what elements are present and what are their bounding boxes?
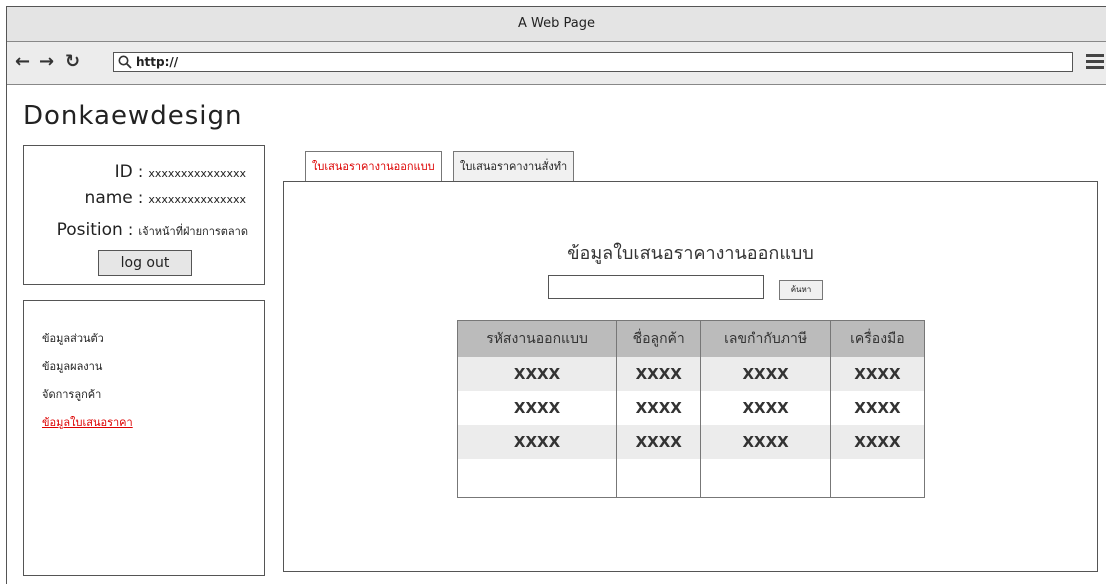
reload-icon[interactable]: ↻: [65, 51, 80, 72]
table-cell: XXXX: [457, 391, 618, 425]
browser-window: A Web Page ← → ↻ http:// Donkaewdesign I…: [6, 6, 1106, 584]
sidebar-item-manage-customers[interactable]: จัดการลูกค้า: [42, 385, 101, 403]
table-cell: XXXX: [457, 425, 618, 459]
table-cell: [700, 459, 831, 498]
table-cell: XXXX: [700, 425, 831, 459]
sidebar-item-portfolio[interactable]: ข้อมูลผลงาน: [42, 357, 102, 375]
search-input[interactable]: [548, 275, 764, 299]
table-header-row: รหัสงานออกแบบ ชื่อลูกค้า เลขกำกับภาษี เค…: [457, 320, 926, 357]
column-header-tax-id: เลขกำกับภาษี: [700, 320, 831, 357]
table-cell: XXXX: [700, 391, 831, 425]
hamburger-menu-icon[interactable]: [1086, 54, 1104, 72]
separator: :: [137, 162, 144, 181]
quotation-table: รหัสงานออกแบบ ชื่อลูกค้า เลขกำกับภาษี เค…: [457, 320, 926, 498]
table-cell: [457, 459, 618, 498]
position-value: เจ้าหน้าที่ฝ่ายการตลาด: [138, 225, 248, 238]
table-cell: XXXX: [700, 357, 831, 391]
id-label: ID: [114, 162, 133, 182]
address-bar[interactable]: http://: [113, 52, 1073, 72]
table-cell: XXXX: [616, 357, 702, 391]
search-button[interactable]: ค้นหา: [779, 280, 823, 300]
table-cell: [616, 459, 702, 498]
table-cell: XXXX: [830, 425, 926, 459]
table-row[interactable]: [457, 459, 926, 498]
column-header-tools: เครื่องมือ: [830, 320, 926, 357]
id-value: xxxxxxxxxxxxxxx: [148, 167, 246, 180]
table-cell: XXXX: [457, 357, 618, 391]
window-title: A Web Page: [7, 7, 1106, 42]
separator: :: [127, 220, 134, 239]
tab-custom-order-quotation[interactable]: ใบเสนอราคางานสั่งทำ: [453, 151, 575, 182]
name-label: name: [84, 188, 133, 208]
column-header-customer-name: ชื่อลูกค้า: [616, 320, 702, 357]
sidebar-item-personal-info[interactable]: ข้อมูลส่วนตัว: [42, 329, 104, 347]
browser-toolbar: ← → ↻ http://: [7, 42, 1106, 85]
table-cell: XXXX: [616, 425, 702, 459]
user-id-row: ID : xxxxxxxxxxxxxxx: [115, 162, 246, 182]
table-row[interactable]: XXXX XXXX XXXX XXXX: [457, 357, 926, 391]
name-value: xxxxxxxxxxxxxxx: [148, 193, 246, 206]
logout-button[interactable]: log out: [98, 250, 192, 276]
user-position-row: Position : เจ้าหน้าที่ฝ่ายการตลาด: [57, 220, 248, 240]
table-row[interactable]: XXXX XXXX XXXX XXXX: [457, 391, 926, 425]
tab-design-quotation[interactable]: ใบเสนอราคางานออกแบบ: [305, 151, 442, 182]
table-cell: XXXX: [616, 391, 702, 425]
site-title: Donkaewdesign: [23, 101, 243, 131]
table-cell: [830, 459, 926, 498]
page-heading: ข้อมูลใบเสนอราคางานออกแบบ: [567, 243, 814, 264]
table-cell: XXXX: [830, 357, 926, 391]
user-info-panel: ID : xxxxxxxxxxxxxxx name : xxxxxxxxxxxx…: [23, 145, 265, 285]
table-row[interactable]: XXXX XXXX XXXX XXXX: [457, 425, 926, 459]
back-arrow-icon[interactable]: ←: [15, 51, 30, 72]
table-cell: XXXX: [830, 391, 926, 425]
search-icon: [118, 55, 132, 69]
position-label: Position: [56, 220, 123, 240]
forward-arrow-icon[interactable]: →: [39, 51, 54, 72]
sidebar-item-quotations[interactable]: ข้อมูลใบเสนอราคา: [42, 413, 133, 431]
address-text: http://: [136, 55, 179, 69]
user-name-row: name : xxxxxxxxxxxxxxx: [85, 188, 246, 208]
separator: :: [137, 188, 144, 207]
main-content-panel: ข้อมูลใบเสนอราคางานออกแบบ ค้นหา รหัสงานอ…: [283, 181, 1098, 572]
column-header-design-code: รหัสงานออกแบบ: [457, 320, 618, 357]
sidebar-menu: ข้อมูลส่วนตัว ข้อมูลผลงาน จัดการลูกค้า ข…: [23, 300, 265, 576]
